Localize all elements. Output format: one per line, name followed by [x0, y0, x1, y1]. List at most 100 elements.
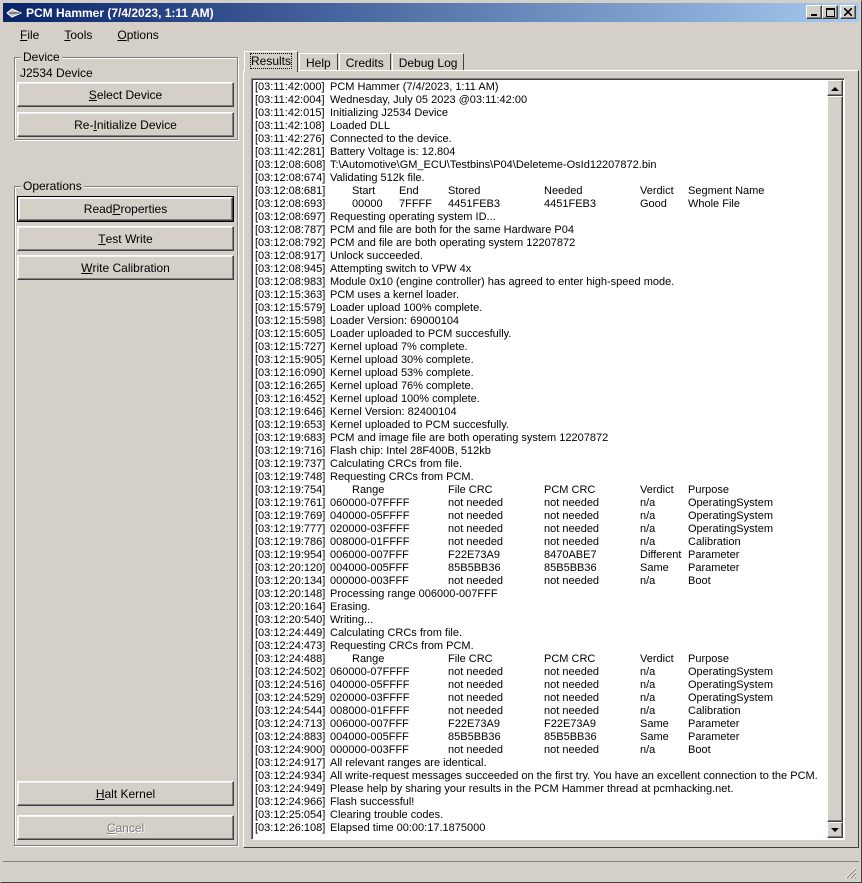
log-text: Parameter	[688, 549, 740, 561]
log-text: Kernel upload 53% complete.	[330, 367, 474, 379]
select-device-button[interactable]: Select Device	[17, 82, 234, 107]
tab-debug-log[interactable]: Debug Log	[391, 53, 465, 71]
log-text: Requesting CRCs from PCM.	[330, 640, 474, 652]
scroll-thumb[interactable]	[827, 96, 843, 822]
scroll-down-button[interactable]	[827, 822, 843, 838]
log-line: [03:12:20:148] Processing range 006000-00…	[255, 588, 825, 601]
log-line: [03:12:08:983] Module 0x10 (engine contro…	[255, 276, 825, 289]
log-text: 7FFFF	[399, 198, 432, 210]
minimize-icon	[811, 14, 817, 16]
log-line: [03:12:24:502] 060000-07FFFF not needed not…	[255, 666, 825, 679]
log-text: Kernel upload 30% complete.	[330, 354, 474, 366]
read-properties-button[interactable]: Read Properties	[17, 196, 234, 222]
log-timestamp: [03:12:20:120]	[255, 562, 326, 574]
log-timestamp: [03:12:24:917]	[255, 757, 326, 769]
log-text: Verdict	[640, 484, 674, 496]
log-text: Boot	[688, 575, 711, 587]
log-timestamp: [03:12:08:945]	[255, 263, 326, 275]
log-text: Validating 512k file.	[330, 172, 425, 184]
results-log-textbox[interactable]: [03:11:42:000] PCM Hammer (7/4/2023, 1:11…	[251, 78, 845, 840]
log-timestamp: [03:12:20:148]	[255, 588, 326, 600]
tab-help[interactable]: Help	[299, 53, 338, 71]
log-text: not needed	[544, 692, 600, 704]
log-text: PCM Hammer (7/4/2023, 1:11 AM)	[330, 81, 499, 93]
log-line: [03:12:08:697] Requesting operating syste…	[255, 211, 825, 224]
log-text: not needed	[448, 666, 504, 678]
write-calibration-button[interactable]: Write Calibration	[17, 255, 234, 280]
scroll-up-button[interactable]	[827, 80, 843, 96]
log-text: not needed	[544, 744, 600, 756]
log-timestamp: [03:12:08:917]	[255, 250, 326, 262]
halt-kernel-button[interactable]: Halt Kernel	[17, 781, 234, 806]
log-text: Initializing J2534 Device	[330, 107, 449, 119]
log-text: File CRC	[448, 653, 493, 665]
log-timestamp: [03:12:15:598]	[255, 315, 326, 327]
vertical-scrollbar[interactable]	[827, 80, 843, 838]
log-text: n/a	[640, 575, 656, 587]
log-text: All write-request messages succeeded on …	[330, 770, 818, 782]
reinitialize-device-button[interactable]: Re- Initialize Device	[17, 112, 234, 137]
test-write-button[interactable]: Test Write	[17, 226, 234, 251]
log-line: [03:12:20:164] Erasing.	[255, 601, 825, 614]
log-text: not needed	[544, 497, 600, 509]
log-text: PCM CRC	[544, 484, 596, 496]
log-line: [03:12:19:737] Calculating CRCs from file…	[255, 458, 825, 471]
log-text: Module 0x10 (engine controller) has agre…	[330, 276, 675, 288]
log-text: 004000-005FFF	[330, 562, 409, 574]
resize-grip-icon[interactable]	[845, 867, 857, 879]
log-text: File CRC	[448, 484, 493, 496]
cancel-button[interactable]: Cancel	[17, 815, 234, 840]
log-line: [03:12:19:748] Requesting CRCs from PCM.	[255, 471, 825, 484]
log-text: Flash successful!	[330, 796, 415, 808]
menu-options[interactable]: Options	[100, 28, 166, 42]
log-timestamp: [03:12:20:134]	[255, 575, 326, 587]
menu-bar: File Tools Options	[3, 25, 859, 45]
log-text: OperatingSystem	[688, 679, 773, 691]
log-text: 00000	[352, 198, 383, 210]
log-line: [03:12:24:488] Range File CRC PCM CRC Verdic…	[255, 653, 825, 666]
log-line: [03:12:19:683] PCM and image file are bot…	[255, 432, 825, 445]
log-text: n/a	[640, 692, 656, 704]
close-button[interactable]	[840, 5, 856, 19]
log-text: 85B5BB36	[544, 731, 597, 743]
log-timestamp: [03:11:42:276]	[255, 133, 325, 145]
log-timestamp: [03:12:25:054]	[255, 809, 326, 821]
log-text: 040000-05FFFF	[330, 679, 410, 691]
tab-credits[interactable]: Credits	[338, 53, 391, 71]
log-text: not needed	[448, 744, 504, 756]
tab-results[interactable]: Results	[244, 51, 299, 72]
tab-strip: Results Help Credits Debug Log	[244, 51, 465, 72]
log-timestamp: [03:12:08:697]	[255, 211, 326, 223]
log-text: Range	[352, 653, 385, 665]
menu-tools[interactable]: Tools	[47, 28, 100, 42]
log-timestamp: [03:12:24:966]	[255, 796, 326, 808]
log-text: OperatingSystem	[688, 510, 773, 522]
log-text: F22E73A9	[448, 718, 500, 730]
log-line: [03:11:42:276] Connected to the device.	[255, 133, 825, 146]
log-line: [03:12:24:449] Calculating CRCs from file…	[255, 627, 825, 640]
log-line: [03:12:20:134] 000000-003FFF not needed not…	[255, 575, 825, 588]
results-log: [03:11:42:000] PCM Hammer (7/4/2023, 1:11…	[255, 81, 825, 835]
log-line: [03:12:15:605] Loader uploaded to PCM suc…	[255, 328, 825, 341]
log-line: [03:12:19:954] 006000-007FFF F22E73A9 8470A…	[255, 549, 825, 562]
log-line: [03:12:08:681] Start End Stored Needed Verdic…	[255, 185, 825, 198]
log-text: not needed	[544, 679, 600, 691]
minimize-button[interactable]	[806, 5, 822, 19]
log-line: [03:12:16:452] Kernel upload 100% complet…	[255, 393, 825, 406]
log-line: [03:12:26:108] Elapsed time 00:00:17.1875…	[255, 822, 825, 835]
log-text: Unlock succeeded.	[330, 250, 423, 262]
log-timestamp: [03:11:42:108]	[255, 120, 325, 132]
log-text: 000000-003FFF	[330, 575, 409, 587]
log-line: [03:12:24:544] 008000-01FFFF not needed not…	[255, 705, 825, 718]
log-text: Segment Name	[688, 185, 765, 197]
maximize-button[interactable]	[822, 5, 838, 19]
menu-file[interactable]: File	[3, 28, 47, 42]
operations-group: Operations	[14, 179, 238, 846]
log-text: 006000-007FFF	[330, 718, 409, 730]
log-text: Clearing trouble codes.	[330, 809, 444, 821]
log-text: Erasing.	[330, 601, 371, 613]
log-line: [03:12:24:917] All relevant ranges are id…	[255, 757, 825, 770]
log-line: [03:12:24:529] 020000-03FFFF not needed not…	[255, 692, 825, 705]
log-text: n/a	[640, 744, 656, 756]
log-text: OperatingSystem	[688, 666, 773, 678]
